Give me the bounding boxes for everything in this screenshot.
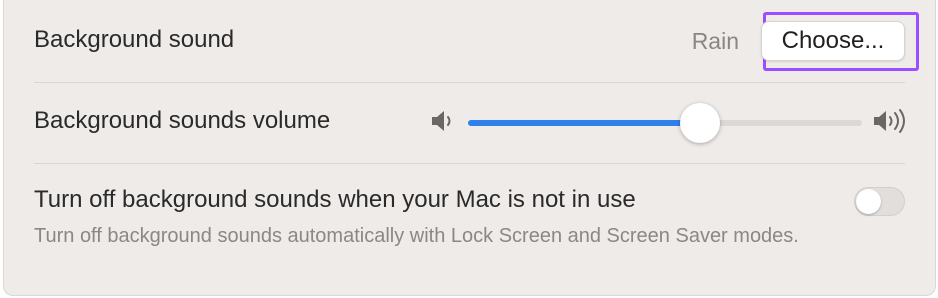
choose-button[interactable]: Choose... (761, 21, 905, 61)
slider-fill (468, 120, 701, 126)
speaker-low-icon (430, 108, 458, 134)
turn-off-label: Turn off background sounds when your Mac… (34, 186, 636, 213)
background-sound-row: Background sound Rain Choose... (34, 0, 919, 83)
settings-panel: Background sound Rain Choose... Backgrou… (3, 0, 936, 296)
slider-thumb[interactable] (680, 103, 721, 143)
turn-off-description: Turn off background sounds automatically… (34, 225, 799, 247)
volume-slider[interactable] (468, 103, 862, 143)
speaker-high-icon (872, 108, 910, 134)
volume-row: Background sounds volume (34, 82, 905, 164)
background-sound-label: Background sound (34, 26, 235, 53)
turn-off-row: Turn off background sounds when your Mac… (34, 163, 905, 296)
toggle-knob (856, 189, 881, 214)
volume-label: Background sounds volume (34, 107, 331, 134)
background-sound-value: Rain (691, 28, 739, 54)
turn-off-toggle[interactable] (854, 187, 905, 216)
